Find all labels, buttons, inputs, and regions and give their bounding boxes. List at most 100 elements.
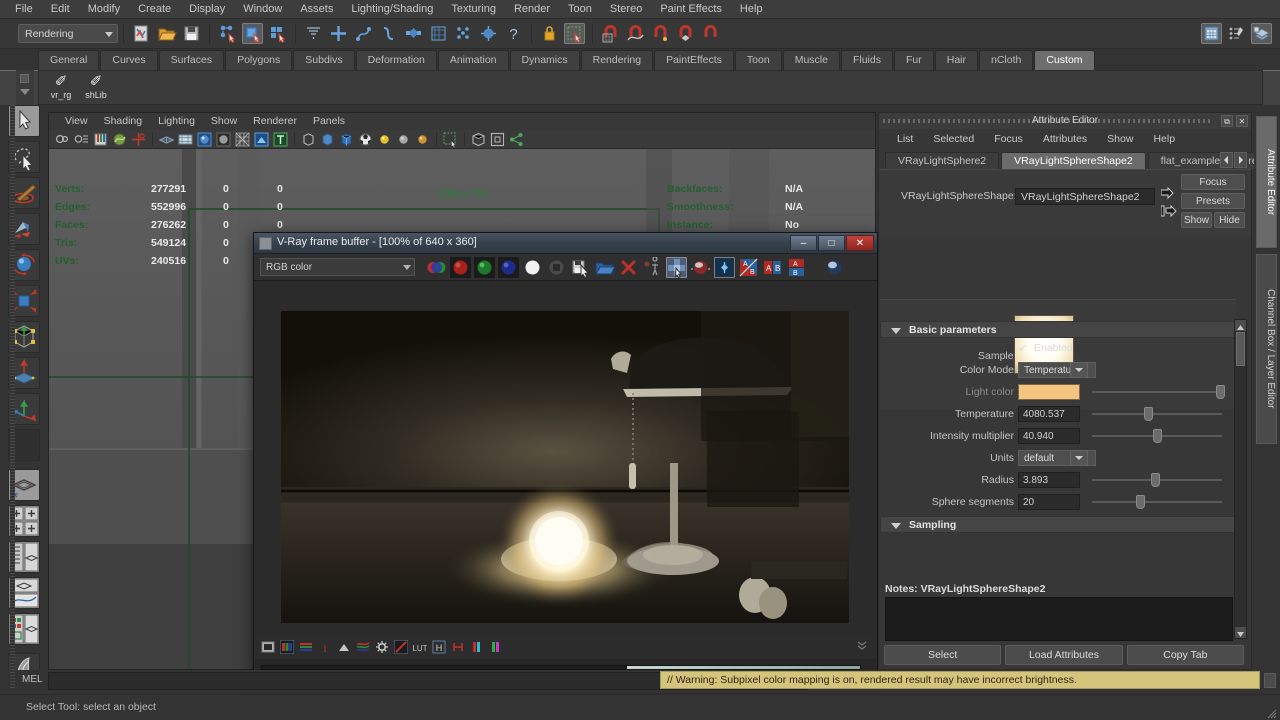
magnet-curve-icon[interactable] xyxy=(625,23,646,44)
track-mouse-icon[interactable] xyxy=(642,255,663,278)
magnet-live-icon[interactable] xyxy=(700,23,721,44)
select-button[interactable]: Select xyxy=(884,645,1002,665)
menu-render[interactable]: Render xyxy=(505,0,559,19)
vfb-rendered-image[interactable] xyxy=(281,311,849,623)
shelf-button-shLib[interactable]: ✐ shLib xyxy=(79,74,113,100)
viewport-menu-panels[interactable]: Panels xyxy=(305,113,353,130)
menu-create[interactable]: Create xyxy=(129,0,180,19)
alpha-channel-icon[interactable] xyxy=(522,257,543,278)
settings-icon[interactable] xyxy=(375,640,389,654)
show-button[interactable]: Show xyxy=(1181,212,1212,228)
undock-icon[interactable]: ⧉ xyxy=(1221,115,1233,127)
lut-toggle-icon[interactable] xyxy=(393,639,409,655)
curve-point-icon[interactable] xyxy=(353,23,374,44)
grid-toggle-icon[interactable] xyxy=(158,131,175,148)
presets-button[interactable]: Presets xyxy=(1181,193,1245,209)
show-cameras-icon[interactable] xyxy=(395,131,412,148)
monochrome-icon[interactable] xyxy=(546,257,567,278)
menu-file[interactable]: File xyxy=(6,0,42,19)
menu-window[interactable]: Window xyxy=(234,0,291,19)
slider-handle[interactable] xyxy=(1153,429,1163,443)
help-icon[interactable]: ? xyxy=(503,23,524,44)
shelf-tab-custom[interactable]: Custom xyxy=(1034,50,1095,70)
close-button[interactable]: ✕ xyxy=(846,235,874,251)
viewport-menu-lighting[interactable]: Lighting xyxy=(150,113,203,130)
magnet-view-icon[interactable] xyxy=(675,23,696,44)
show-joints-icon[interactable] xyxy=(414,131,431,148)
red-channel-icon[interactable] xyxy=(450,256,471,278)
menu-toon[interactable]: Toon xyxy=(559,0,601,19)
vfb-collapse-arrow-icon[interactable] xyxy=(856,638,868,656)
select-handle-icon[interactable] xyxy=(328,23,349,44)
show-polygons-icon[interactable] xyxy=(319,131,336,148)
menu-paint-effects[interactable]: Paint Effects xyxy=(651,0,731,19)
green-channel-icon[interactable] xyxy=(474,256,495,278)
show-nurbs-icon[interactable] xyxy=(338,131,355,148)
shelf-tab-animation[interactable]: Animation xyxy=(437,50,509,70)
icc-icon[interactable]: H xyxy=(432,640,446,654)
select-by-object-type-icon[interactable] xyxy=(242,23,263,44)
show-lights-icon[interactable] xyxy=(376,131,393,148)
isolate-select-icon[interactable] xyxy=(470,131,487,148)
viewport-menu-renderer[interactable]: Renderer xyxy=(245,113,305,130)
region-render-icon[interactable] xyxy=(666,256,687,278)
view-plane-snap-icon[interactable] xyxy=(428,23,449,44)
menu-texturing[interactable]: Texturing xyxy=(442,0,505,19)
rgb-channel-icon[interactable] xyxy=(426,257,447,278)
color-curve-icon[interactable] xyxy=(299,640,313,654)
new-scene-icon[interactable] xyxy=(131,23,152,44)
attribute-slider[interactable] xyxy=(1092,413,1222,415)
attribute-editor-scrollbar[interactable] xyxy=(1234,319,1247,639)
maximize-button[interactable]: □ xyxy=(818,235,845,251)
ae-menu-list[interactable]: List xyxy=(887,133,923,145)
hue-icon[interactable] xyxy=(356,640,370,654)
clear-image-icon[interactable] xyxy=(618,257,639,278)
magenta-stripe-icon[interactable] xyxy=(489,640,503,654)
slider-handle[interactable] xyxy=(1135,495,1145,509)
share-viewport-icon[interactable] xyxy=(508,131,525,148)
notes-textarea[interactable] xyxy=(885,597,1233,641)
wireframe-on-shaded-icon[interactable] xyxy=(234,131,251,148)
focus-node-out-icon[interactable] xyxy=(1160,204,1177,222)
shelf-tab-ncloth[interactable]: nCloth xyxy=(979,50,1034,70)
ab-horizontal-compare-icon[interactable]: A B xyxy=(786,257,807,278)
ae-menu-help[interactable]: Help xyxy=(1143,133,1185,145)
point-snap-icon[interactable] xyxy=(403,23,424,44)
exposure-icon[interactable] xyxy=(337,640,351,654)
image-plane-icon[interactable] xyxy=(111,131,128,148)
ae-menu-show[interactable]: Show xyxy=(1097,133,1143,145)
hypershade-icon[interactable] xyxy=(1251,23,1272,44)
shelf-tab-painteffects[interactable]: PaintEffects xyxy=(654,50,734,70)
force-color-icon[interactable] xyxy=(451,640,465,654)
shelf-tab-muscle[interactable]: Muscle xyxy=(782,50,840,70)
ae-tab-vraylightsphereshape2[interactable]: VRayLightSphereShape2 xyxy=(1001,152,1146,169)
curve-snap-icon[interactable] xyxy=(378,23,399,44)
channel-select-dropdown[interactable]: RGB color xyxy=(260,258,415,276)
attribute-value-field[interactable]: 40.940 xyxy=(1018,428,1080,444)
slider-handle[interactable] xyxy=(1150,473,1160,487)
text-overlay-icon[interactable] xyxy=(272,131,289,148)
ab-diagonal-compare-icon[interactable]: A B xyxy=(738,257,759,278)
checkbox-enabled[interactable]: ✔ xyxy=(1018,342,1027,355)
ae-menu-attributes[interactable]: Attributes xyxy=(1033,133,1097,145)
menu-assets[interactable]: Assets xyxy=(291,0,342,19)
attribute-slider[interactable] xyxy=(1092,501,1222,503)
select-by-component-type-icon[interactable] xyxy=(267,23,288,44)
lock-icon[interactable] xyxy=(539,23,560,44)
menu-help[interactable]: Help xyxy=(731,0,772,19)
load-attributes-button[interactable]: Load Attributes xyxy=(1005,645,1123,665)
minimize-button[interactable]: – xyxy=(790,235,817,251)
tab-scroll-right-icon[interactable] xyxy=(1234,152,1247,168)
menu-display[interactable]: Display xyxy=(180,0,234,19)
slider-handle[interactable] xyxy=(1216,385,1226,399)
close-icon[interactable]: ✕ xyxy=(1236,115,1248,127)
resize-grip[interactable] xyxy=(1266,706,1277,719)
focus-button[interactable]: Focus xyxy=(1181,174,1245,190)
attribute-value-field[interactable]: 20 xyxy=(1018,494,1080,510)
node-name-field[interactable]: VRayLightSphereShape2 xyxy=(1015,188,1155,205)
stereo-icon[interactable] xyxy=(714,257,735,278)
component-mask-icon[interactable] xyxy=(303,23,324,44)
shelf-tab-polygons[interactable]: Polygons xyxy=(225,50,293,70)
hardware-texturing-icon[interactable] xyxy=(196,131,213,148)
ab-side-compare-icon[interactable]: A B xyxy=(762,257,783,278)
